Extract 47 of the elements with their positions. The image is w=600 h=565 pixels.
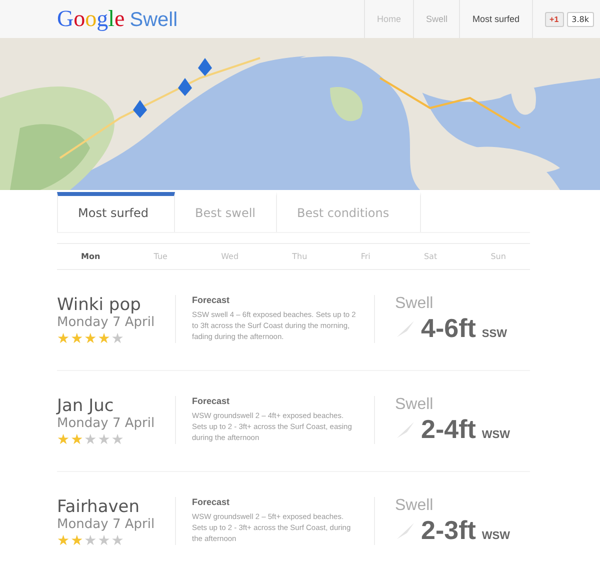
swell-height: 4-6ft [421, 313, 476, 344]
swell-label: Swell [395, 497, 434, 515]
spot-date: Monday 7 April [57, 315, 156, 331]
star-icon: ★ [84, 331, 97, 347]
star-icon: ★ [98, 331, 110, 347]
star-icon: ★ [57, 533, 70, 549]
spot-name: Jan Juc [57, 396, 115, 416]
day-tab[interactable]: Sat [420, 244, 442, 269]
star-icon: ★ [57, 331, 70, 347]
forecast-title: Forecast [192, 497, 231, 507]
star-icon: ★ [98, 533, 110, 549]
star-icon: ★ [98, 432, 110, 448]
swell-direction: WSW [482, 530, 510, 542]
star-icon: ★ [70, 331, 84, 347]
share-count: 3.8k [566, 12, 594, 26]
star-icon: ★ [70, 533, 84, 549]
day-tab[interactable]: Mon [77, 244, 104, 269]
star-icon: ★ [111, 331, 124, 347]
day-tab[interactable]: Wed [217, 244, 243, 269]
star-icon: ★ [57, 432, 70, 448]
swell-height: 2-4ft [421, 414, 476, 445]
swell-direction: WSW [482, 429, 510, 441]
tab[interactable]: Most surfed [57, 192, 175, 232]
star-icon: ★ [70, 432, 84, 448]
plus-one-button[interactable]: +1 [544, 12, 564, 26]
forecast-title: Forecast [192, 396, 231, 406]
google-logo[interactable]: Google [57, 6, 125, 32]
day-tab[interactable]: Sun [486, 244, 510, 269]
star-icon: ★ [111, 533, 124, 549]
spot-date: Monday 7 April [57, 416, 156, 432]
day-tab[interactable]: Tue [150, 244, 172, 269]
day-tab[interactable]: Fri [356, 244, 374, 269]
spot-name: Fairhaven [57, 497, 141, 517]
spot-name: Winki pop [57, 295, 142, 315]
swell-height: 2-3ft [421, 515, 476, 546]
swell-label: Swell [395, 295, 434, 313]
forecast-title: Forecast [192, 295, 231, 305]
swell-label: Swell [395, 396, 434, 414]
star-icon: ★ [111, 432, 124, 448]
star-icon: ★ [84, 432, 97, 448]
tab[interactable]: Best swell [175, 192, 277, 232]
swell-direction: SSW [482, 328, 507, 340]
tab[interactable]: Best conditions [277, 192, 421, 232]
product-name: Swell [130, 9, 178, 32]
star-icon: ★ [84, 533, 97, 549]
spot-date: Monday 7 April [57, 517, 156, 533]
day-tab[interactable]: Thu [288, 244, 312, 269]
